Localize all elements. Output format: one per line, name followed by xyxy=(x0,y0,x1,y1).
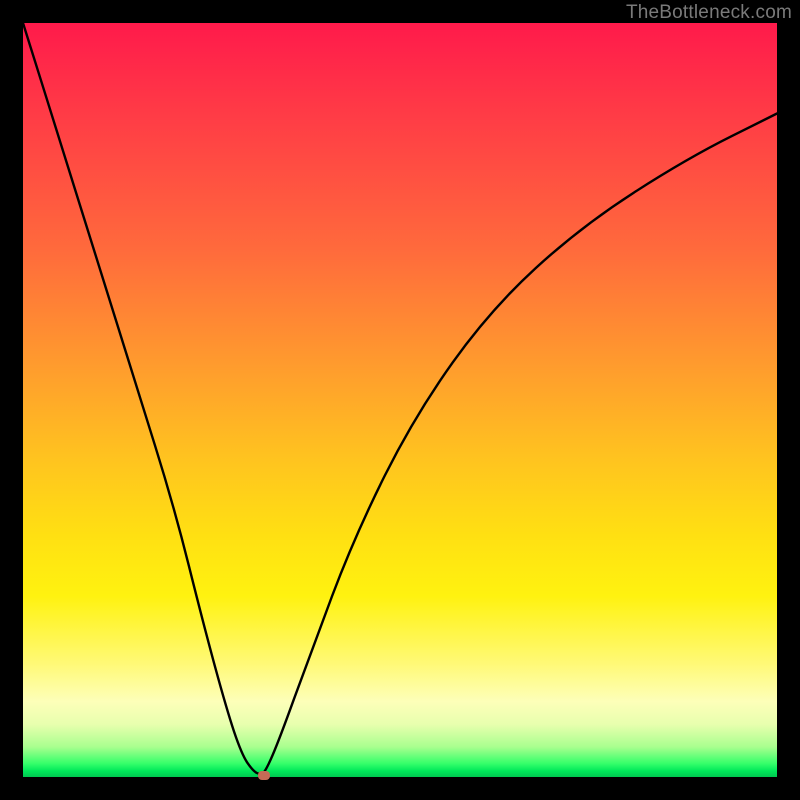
bottleneck-curve xyxy=(23,23,777,777)
watermark-text: TheBottleneck.com xyxy=(626,2,792,24)
chart-frame: TheBottleneck.com xyxy=(0,0,800,800)
minimum-marker xyxy=(258,771,270,780)
